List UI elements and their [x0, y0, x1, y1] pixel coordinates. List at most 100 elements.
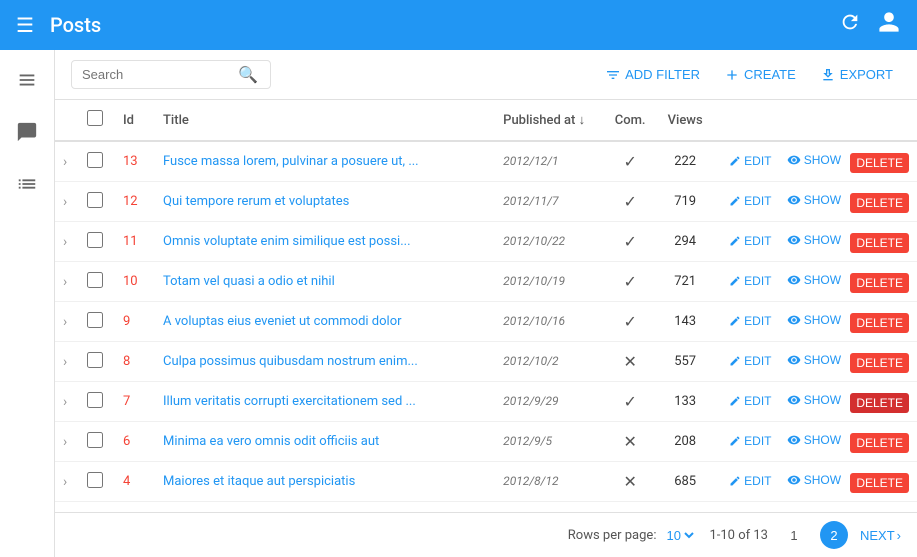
views-value: 721 [674, 274, 696, 289]
title-link[interactable]: A voluptas eius eveniet ut commodi dolor [163, 314, 402, 329]
id-link[interactable]: 6 [123, 434, 130, 449]
expand-icon[interactable]: › [63, 474, 67, 490]
rows-per-page-control: Rows per page: 10 25 50 [568, 527, 698, 544]
title-cell: Illum veritatis corrupti exercitationem … [155, 382, 495, 422]
row-checkbox[interactable] [87, 272, 103, 288]
expand-icon[interactable]: › [63, 434, 67, 450]
id-link[interactable]: 7 [123, 394, 130, 409]
views-value: 557 [674, 354, 696, 369]
delete-button[interactable]: DELETE [850, 393, 909, 413]
edit-button[interactable]: EDIT [723, 191, 777, 211]
expand-cell: › [55, 342, 79, 382]
title-link[interactable]: Illum veritatis corrupti exercitationem … [163, 394, 416, 409]
id-link[interactable]: 9 [123, 314, 130, 329]
row-checkbox[interactable] [87, 192, 103, 208]
row-checkbox[interactable] [87, 472, 103, 488]
edit-button[interactable]: EDIT [723, 431, 777, 451]
id-link[interactable]: 10 [123, 274, 138, 289]
rows-per-page-select[interactable]: 10 25 50 [662, 527, 697, 544]
expand-cell: › [55, 262, 79, 302]
next-button[interactable]: NEXT › [860, 528, 901, 543]
check-cell [79, 502, 115, 513]
page-2-button[interactable]: 2 [820, 521, 848, 549]
com-cross: ✕ [613, 432, 647, 451]
row-checkbox[interactable] [87, 232, 103, 248]
title-link[interactable]: Minima ea vero omnis odit officiis aut [163, 434, 379, 449]
com-cross: ✕ [613, 472, 647, 491]
page-title: Posts [50, 13, 839, 37]
published-value: 2012/12/1 [503, 154, 558, 168]
delete-button[interactable]: DELETE [850, 353, 909, 373]
title-link[interactable]: Fusce massa lorem, pulvinar a posuere ut… [163, 154, 419, 169]
title-link[interactable]: Totam vel quasi a odio et nihil [163, 274, 335, 289]
select-all-checkbox[interactable] [87, 110, 103, 126]
published-value: 2012/10/2 [503, 354, 558, 368]
account-button[interactable] [877, 10, 901, 40]
id-link[interactable]: 4 [123, 474, 130, 489]
add-filter-button[interactable]: ADD FILTER [597, 61, 708, 89]
show-button[interactable]: SHOW [781, 270, 847, 290]
title-link[interactable]: Qui tempore rerum et voluptates [163, 194, 349, 209]
menu-icon[interactable]: ☰ [16, 13, 34, 37]
search-icon: 🔍 [238, 65, 258, 84]
expand-icon[interactable]: › [63, 194, 67, 210]
expand-icon[interactable]: › [63, 154, 67, 170]
edit-button[interactable]: EDIT [723, 271, 777, 291]
search-input[interactable] [82, 67, 232, 82]
row-checkbox[interactable] [87, 392, 103, 408]
com-cell: ✕ [605, 462, 655, 502]
id-link[interactable]: 11 [123, 234, 138, 249]
expand-icon[interactable]: › [63, 394, 67, 410]
export-button[interactable]: EXPORT [812, 61, 901, 89]
expand-icon[interactable]: › [63, 234, 67, 250]
id-link[interactable]: 13 [123, 154, 138, 169]
main-panel: 🔍 ADD FILTER CREATE EXPORT [55, 50, 917, 557]
refresh-button[interactable] [839, 11, 861, 39]
check-cell [79, 382, 115, 422]
delete-button[interactable]: DELETE [850, 233, 909, 253]
table-row: › 4 Maiores et itaque aut perspiciatis 2… [55, 462, 917, 502]
expand-icon[interactable]: › [63, 274, 67, 290]
show-button[interactable]: SHOW [781, 350, 847, 370]
sidebar-item-comments[interactable] [9, 114, 45, 150]
edit-button[interactable]: EDIT [723, 471, 777, 491]
delete-button[interactable]: DELETE [850, 273, 909, 293]
check-cell [79, 262, 115, 302]
delete-button[interactable]: DELETE [850, 193, 909, 213]
title-link[interactable]: Omnis voluptate enim similique est possi… [163, 234, 411, 249]
edit-button[interactable]: EDIT [723, 351, 777, 371]
sidebar-item-list[interactable] [9, 166, 45, 202]
expand-cell: › [55, 462, 79, 502]
show-button[interactable]: SHOW [781, 150, 847, 170]
edit-button[interactable]: EDIT [723, 311, 777, 331]
delete-button[interactable]: DELETE [850, 313, 909, 333]
edit-button[interactable]: EDIT [723, 231, 777, 251]
title-link[interactable]: Maiores et itaque aut perspiciatis [163, 474, 355, 489]
create-button[interactable]: CREATE [716, 61, 804, 89]
row-checkbox[interactable] [87, 312, 103, 328]
sidebar-item-posts[interactable] [9, 62, 45, 98]
id-link[interactable]: 12 [123, 194, 138, 209]
delete-button[interactable]: DELETE [850, 433, 909, 453]
expand-icon[interactable]: › [63, 354, 67, 370]
row-checkbox[interactable] [87, 432, 103, 448]
show-button[interactable]: SHOW [781, 190, 847, 210]
show-button[interactable]: SHOW [781, 310, 847, 330]
delete-button[interactable]: DELETE [850, 153, 909, 173]
show-button[interactable]: SHOW [781, 390, 847, 410]
row-checkbox[interactable] [87, 352, 103, 368]
page-1-button[interactable]: 1 [780, 521, 808, 549]
show-button[interactable]: SHOW [781, 230, 847, 250]
id-cell: 2 [115, 502, 155, 513]
edit-button[interactable]: EDIT [723, 391, 777, 411]
id-link[interactable]: 8 [123, 354, 130, 369]
show-button[interactable]: SHOW [781, 430, 847, 450]
actions-cell: EDIT SHOW DELETE [715, 302, 917, 342]
expand-icon[interactable]: › [63, 314, 67, 330]
edit-button[interactable]: EDIT [723, 151, 777, 171]
show-button[interactable]: SHOW [781, 470, 847, 490]
id-cell: 11 [115, 222, 155, 262]
title-link[interactable]: Culpa possimus quibusdam nostrum enim... [163, 354, 418, 369]
row-checkbox[interactable] [87, 152, 103, 168]
delete-button[interactable]: DELETE [850, 473, 909, 493]
